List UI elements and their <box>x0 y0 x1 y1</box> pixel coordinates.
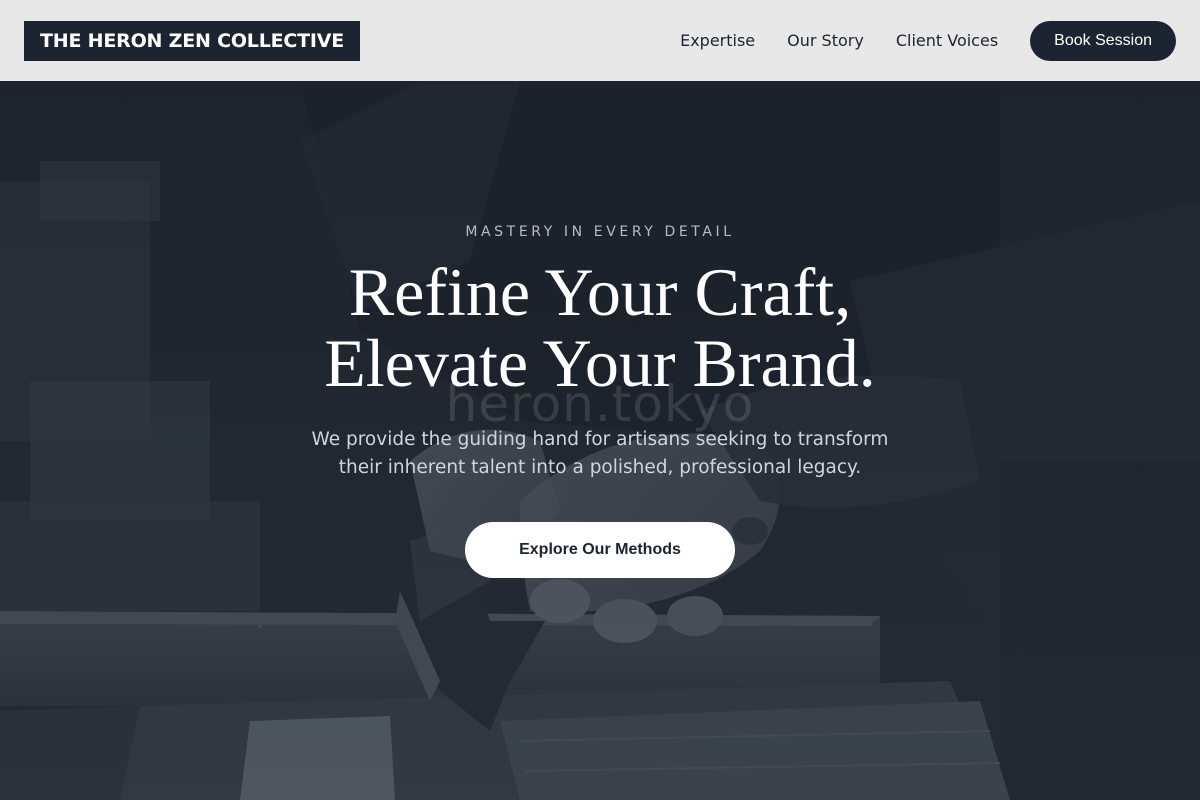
hero-subtext: We provide the guiding hand for artisans… <box>0 426 1200 482</box>
headline-line-1: Refine Your Craft, <box>348 254 852 330</box>
headline-line-2: Elevate Your Brand. <box>324 325 876 401</box>
nav-link-expertise[interactable]: Expertise <box>680 31 755 50</box>
logo[interactable]: THE HERON ZEN COLLECTIVE <box>24 20 361 61</box>
nav-link-our-story[interactable]: Our Story <box>787 31 864 50</box>
hero-section: heron.tokyo MASTERY IN EVERY DETAIL Refi… <box>0 81 1200 800</box>
subtext-line-1: We provide the guiding hand for artisans… <box>311 429 889 450</box>
site-header: THE HERON ZEN COLLECTIVE Expertise Our S… <box>0 0 1200 81</box>
hero-eyebrow: MASTERY IN EVERY DETAIL <box>465 224 735 240</box>
explore-methods-button[interactable]: Explore Our Methods <box>465 522 735 578</box>
book-session-button[interactable]: Book Session <box>1030 20 1176 61</box>
subtext-line-2: their inherent talent into a polished, p… <box>338 457 862 478</box>
nav-link-client-voices[interactable]: Client Voices <box>896 31 998 50</box>
main-nav: Expertise Our Story Client Voices Book S… <box>680 20 1176 61</box>
hero-headline: Refine Your Craft, Elevate Your Brand. <box>0 257 1200 399</box>
